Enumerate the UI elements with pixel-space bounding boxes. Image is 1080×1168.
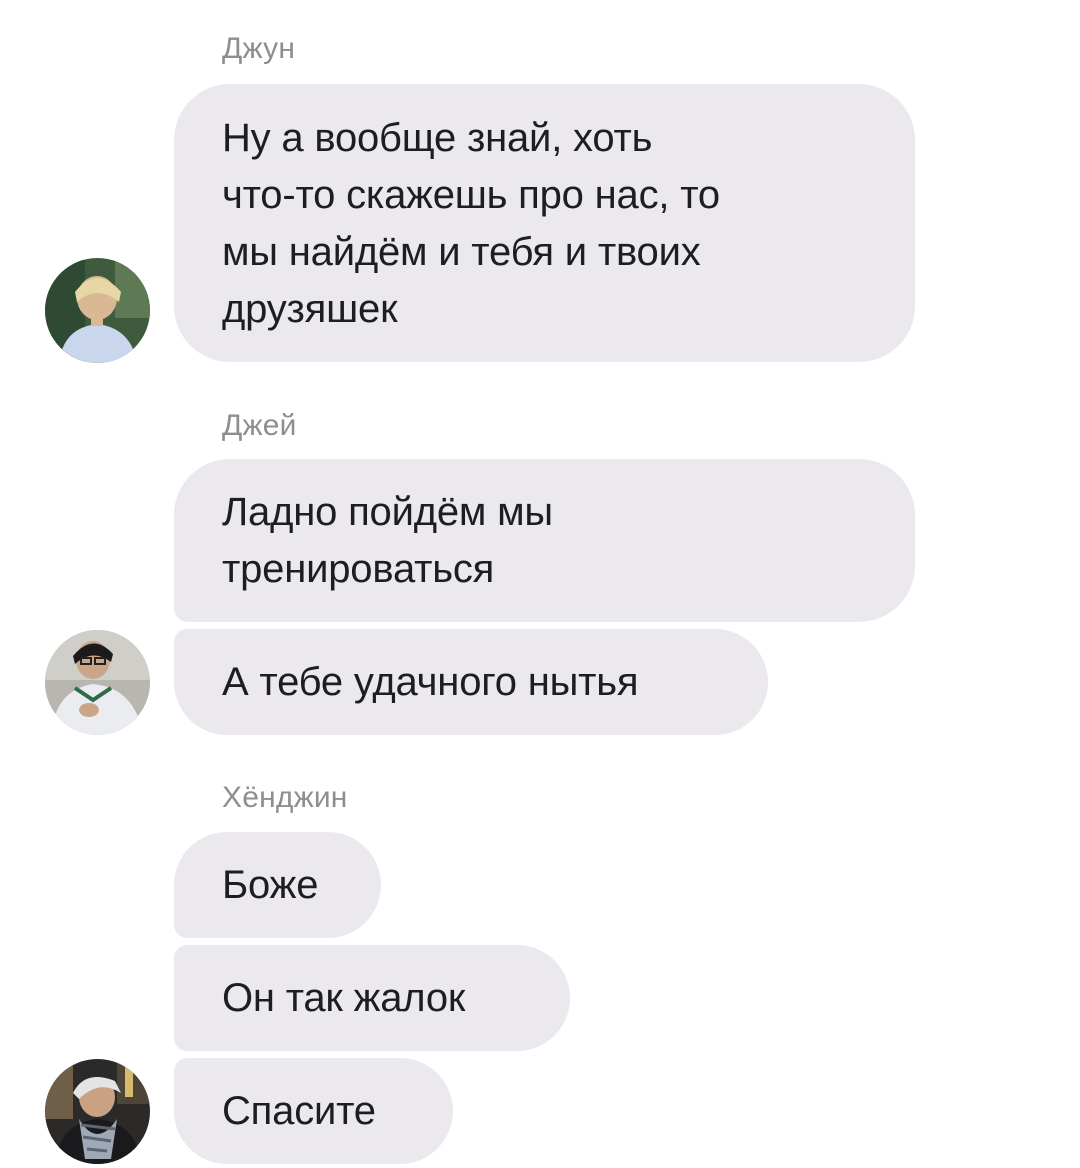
- sender-name: Хёнджин: [222, 781, 348, 814]
- message-text: Ладно пойдём мы тренироваться: [222, 489, 553, 591]
- user-avatar[interactable]: [45, 1059, 150, 1164]
- message-text: Он так жалок: [222, 975, 466, 1020]
- avatar-photo-icon: [45, 630, 150, 735]
- message-bubble[interactable]: Ладно пойдём мы тренироваться: [174, 459, 915, 622]
- message-bubble[interactable]: Боже: [174, 832, 381, 938]
- sender-name: Джун: [222, 32, 296, 65]
- message-bubble[interactable]: А тебе удачного нытья: [174, 629, 768, 735]
- user-avatar[interactable]: [45, 258, 150, 363]
- message-bubble[interactable]: Он так жалок: [174, 945, 570, 1051]
- message-bubble[interactable]: Ну а вообще знай, хоть что-то скажешь пр…: [174, 84, 915, 362]
- avatar-photo-icon: [45, 258, 150, 363]
- user-avatar[interactable]: [45, 630, 150, 735]
- sender-name: Джей: [222, 409, 297, 442]
- message-text: А тебе удачного нытья: [222, 659, 639, 704]
- avatar-photo-icon: [45, 1059, 150, 1164]
- message-text: Ну а вообще знай, хоть что-то скажешь пр…: [222, 116, 720, 331]
- message-text: Спасите: [222, 1088, 376, 1133]
- message-text: Боже: [222, 862, 319, 907]
- message-bubble[interactable]: Спасите: [174, 1058, 453, 1164]
